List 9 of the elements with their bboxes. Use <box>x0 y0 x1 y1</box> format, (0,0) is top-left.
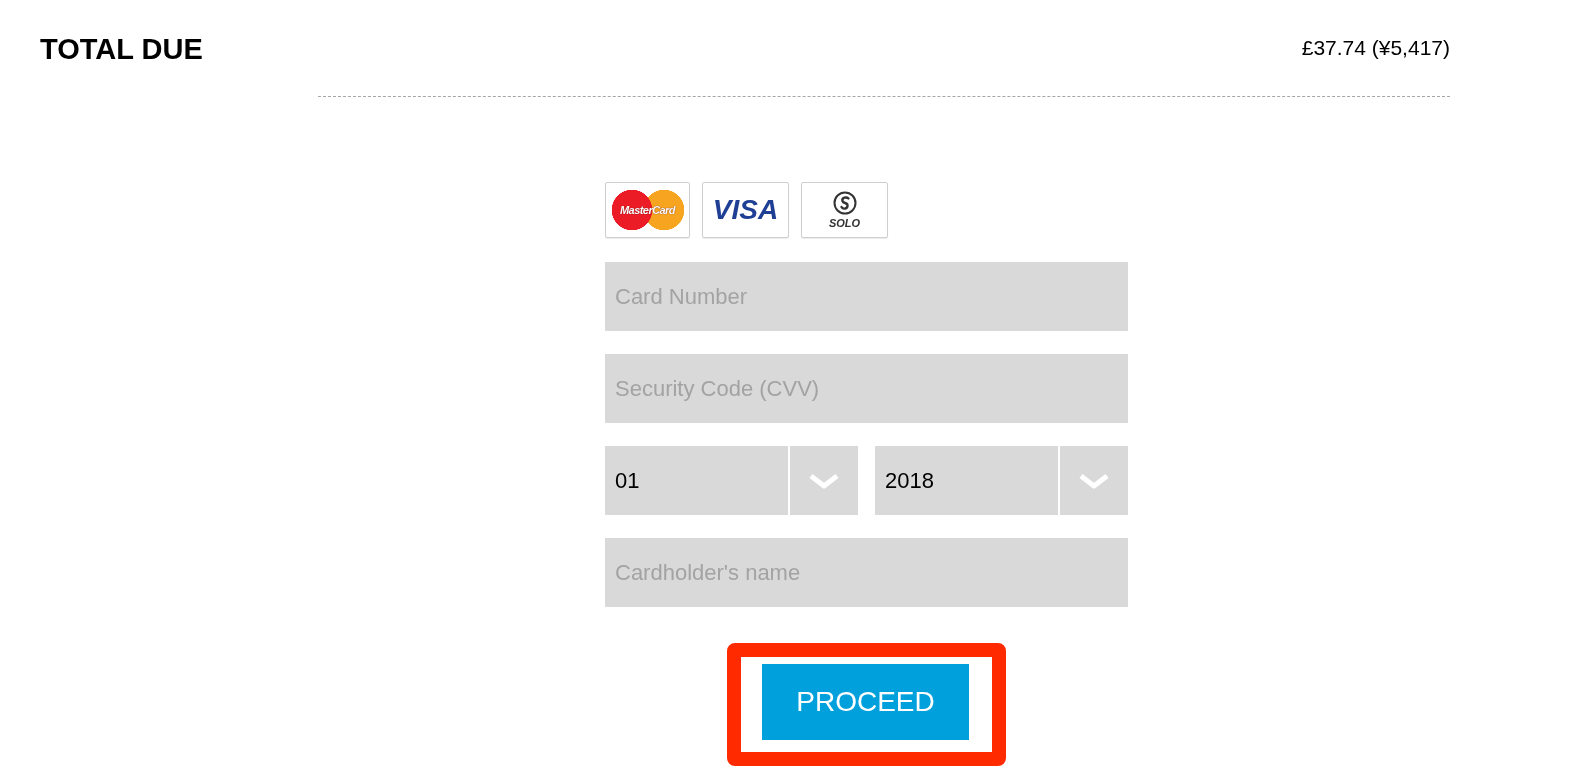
chevron-down-icon <box>1078 472 1110 489</box>
year-select[interactable]: 2018 <box>875 446 1128 515</box>
total-amount: £37.74 (¥5,417) <box>1301 35 1450 58</box>
chevron-down-icon <box>808 472 840 489</box>
s-ring-icon <box>832 191 857 215</box>
card-brand-logo: VISA <box>712 196 779 224</box>
card-brand-logo: SOLO <box>828 218 861 229</box>
total-due-heading: TOTAL DUE <box>40 35 203 64</box>
month-select[interactable]: 01 <box>605 446 858 515</box>
